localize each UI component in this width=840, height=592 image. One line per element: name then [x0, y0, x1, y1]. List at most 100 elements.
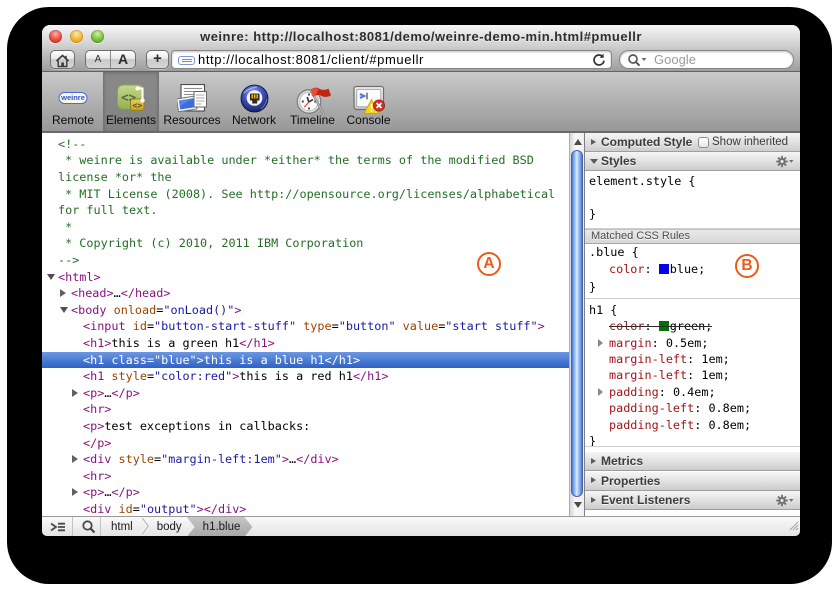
dom-tree-row[interactable]: <p>…</p>: [42, 484, 569, 501]
dom-tree-row[interactable]: license *or* the: [42, 169, 569, 186]
css-property-name[interactable]: padding: [609, 385, 659, 399]
toolbar-item-resources[interactable]: Resources: [161, 72, 223, 131]
dom-tree-row-selected[interactable]: <h1 class="blue">this is a blue h1</h1>: [42, 352, 569, 369]
gear-icon[interactable]: [776, 494, 794, 507]
window-titlebar[interactable]: weinre: http://localhost:8081/demo/weinr…: [42, 25, 800, 47]
section-collapsed-icon[interactable]: [591, 458, 596, 464]
new-tab-button[interactable]: +: [146, 50, 169, 69]
css-selector[interactable]: h1 {: [585, 303, 617, 317]
css-property-name[interactable]: margin-left: [609, 352, 687, 366]
dom-tree-row[interactable]: *: [42, 219, 569, 236]
section-collapsed-icon[interactable]: [591, 477, 596, 483]
dom-tree-row[interactable]: <input id="button-start-stuff" type="but…: [42, 318, 569, 335]
gear-icon[interactable]: [776, 155, 794, 168]
section-collapsed-icon[interactable]: [591, 497, 596, 503]
css-property-name[interactable]: margin-left: [609, 368, 687, 382]
dom-tree-row[interactable]: <!--: [42, 136, 569, 153]
toolbar-item-timeline[interactable]: Timeline: [285, 72, 340, 131]
text-size-control[interactable]: A A: [85, 50, 136, 69]
dom-tree-row[interactable]: * MIT License (2008). See http://opensou…: [42, 186, 569, 203]
section-open-icon[interactable]: [590, 159, 598, 164]
dom-tree-row[interactable]: <head>…</head>: [42, 285, 569, 302]
show-inherited-checkbox[interactable]: [698, 137, 709, 148]
disclosure-closed-icon[interactable]: [72, 389, 78, 397]
breadcrumb-item-h1-blue[interactable]: h1.blue: [187, 517, 253, 536]
tree-scrollbar[interactable]: [569, 133, 584, 516]
section-options-button[interactable]: [776, 155, 794, 173]
dom-node-text: <hr>: [83, 401, 111, 418]
dom-tree-row[interactable]: <body onload="onLoad()">: [42, 302, 569, 319]
dom-tree-row[interactable]: <hr>: [42, 401, 569, 418]
css-property-name[interactable]: color: [609, 319, 645, 333]
property-expand-icon[interactable]: [598, 339, 603, 347]
section-collapsed-icon[interactable]: [591, 139, 596, 145]
scroll-up-arrow-icon[interactable]: [574, 139, 582, 145]
css-selector[interactable]: element.style {: [585, 174, 696, 188]
toolbar-item-remote[interactable]: weinreRemote: [43, 72, 103, 131]
css-property-row[interactable]: padding-left: 0.8em;: [585, 400, 800, 417]
dom-tree-row[interactable]: <div id="output"></div>: [42, 501, 569, 516]
increase-text-size-button[interactable]: A: [111, 51, 135, 68]
css-property-row[interactable]: padding-left: 0.8em;: [585, 417, 800, 434]
css-property-value[interactable]: 0.8em;: [708, 401, 751, 415]
css-property-value[interactable]: green;: [670, 319, 713, 333]
search-nodes-button[interactable]: [80, 517, 98, 536]
sidebar-section-styles[interactable]: Styles: [585, 152, 800, 171]
breadcrumb-item-html[interactable]: html: [104, 517, 140, 536]
toggle-console-button[interactable]: [48, 517, 68, 536]
property-expand-icon[interactable]: [598, 388, 603, 396]
decrease-text-size-button[interactable]: A: [86, 51, 111, 68]
disclosure-open-icon[interactable]: [60, 307, 68, 313]
search-field[interactable]: Google: [619, 50, 794, 69]
css-property-name[interactable]: padding-left: [609, 418, 694, 432]
dom-tree-row[interactable]: * Copyright (c) 2010, 2011 IBM Corporati…: [42, 235, 569, 252]
css-property-value[interactable]: 1em;: [701, 352, 729, 366]
address-url[interactable]: http://localhost:8081/client/#pmuellr: [198, 51, 424, 69]
css-property-row[interactable]: color: blue;: [585, 261, 800, 278]
color-swatch[interactable]: [659, 321, 669, 331]
css-selector[interactable]: .blue {: [585, 245, 639, 259]
css-property-row[interactable]: margin: 0.5em;: [585, 335, 800, 352]
sidebar-section-metrics[interactable]: Metrics: [585, 452, 800, 471]
toolbar-item-network[interactable]: Network: [225, 72, 283, 131]
section-options-button[interactable]: [776, 494, 794, 512]
dom-tree-row[interactable]: * weinre is available under *either* the…: [42, 152, 569, 169]
css-property-row[interactable]: color: green;: [585, 318, 800, 335]
dom-tree-row[interactable]: <p>test exceptions in callbacks:: [42, 418, 569, 435]
dom-tree-row[interactable]: <div style="margin-left:1em">…</div>: [42, 451, 569, 468]
scrollbar-thumb[interactable]: [571, 150, 583, 497]
sidebar-section-properties[interactable]: Properties: [585, 472, 800, 491]
disclosure-closed-icon[interactable]: [72, 488, 78, 496]
color-swatch[interactable]: [659, 264, 669, 274]
resize-grip[interactable]: [786, 518, 799, 536]
dom-tree-row[interactable]: <h1 style="color:red">this is a red h1</…: [42, 368, 569, 385]
css-property-value[interactable]: 0.5em;: [666, 336, 709, 350]
disclosure-open-icon[interactable]: [47, 274, 55, 280]
breadcrumb-item-body[interactable]: body: [150, 517, 189, 536]
dom-tree-row[interactable]: for full text.: [42, 202, 569, 219]
home-button[interactable]: [50, 50, 75, 69]
toolbar-item-elements[interactable]: <> <> Elements: [103, 72, 159, 131]
css-property-name[interactable]: color: [609, 262, 645, 276]
css-property-value[interactable]: 1em;: [701, 368, 729, 382]
css-property-name[interactable]: padding-left: [609, 401, 694, 415]
dom-tree-row[interactable]: <h1>this is a green h1</h1>: [42, 335, 569, 352]
dom-tree-row[interactable]: <p>…</p>: [42, 385, 569, 402]
reload-button[interactable]: [591, 52, 607, 68]
css-property-name[interactable]: margin: [609, 336, 652, 350]
disclosure-closed-icon[interactable]: [72, 455, 78, 463]
sidebar-section-event-listeners[interactable]: Event Listeners: [585, 491, 800, 510]
css-property-value[interactable]: 0.8em;: [708, 418, 751, 432]
css-property-row[interactable]: margin-left: 1em;: [585, 351, 800, 368]
toolbar-item-console[interactable]: Console: [342, 72, 395, 131]
css-property-value[interactable]: 0.4em;: [673, 385, 716, 399]
dom-tree-row[interactable]: </p>: [42, 435, 569, 452]
dom-tree-row[interactable]: <hr>: [42, 468, 569, 485]
css-property-row[interactable]: margin-left: 1em;: [585, 367, 800, 384]
css-property-value[interactable]: blue;: [670, 262, 706, 276]
address-bar[interactable]: http://localhost:8081/client/#pmuellr: [171, 50, 612, 69]
disclosure-closed-icon[interactable]: [60, 289, 66, 297]
scroll-down-arrow-icon[interactable]: [574, 502, 582, 508]
sidebar-section-computed-style[interactable]: Computed StyleShow inherited: [585, 133, 800, 152]
css-property-row[interactable]: padding: 0.4em;: [585, 384, 800, 401]
